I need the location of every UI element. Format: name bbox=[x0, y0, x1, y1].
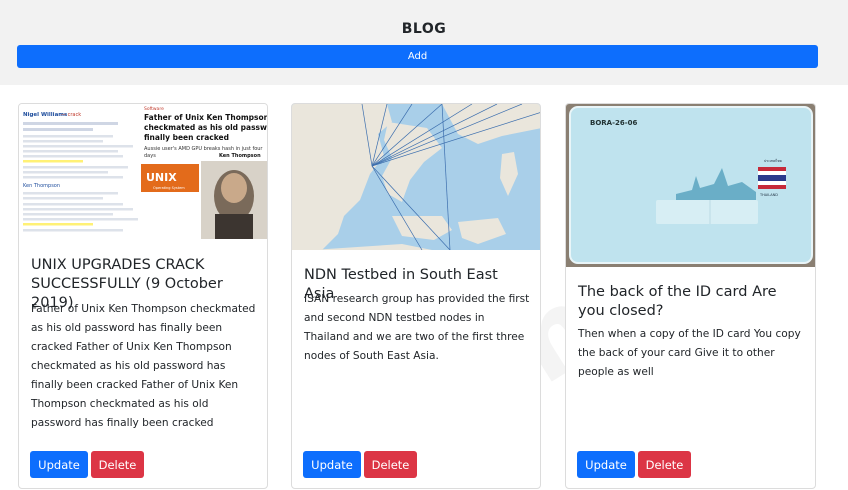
svg-text:ประเทศไทย: ประเทศไทย bbox=[764, 158, 782, 163]
clip-badge-sub: Operating System bbox=[153, 186, 185, 190]
clip-category: Software bbox=[144, 106, 164, 112]
delete-button[interactable]: Delete bbox=[638, 451, 691, 478]
id-card-image: BORA-26-06 ประเทศไทย THAILAND bbox=[566, 104, 815, 267]
update-button[interactable]: Update bbox=[303, 451, 361, 478]
card-text: ISAN research group has provided the fir… bbox=[304, 293, 530, 362]
card-image bbox=[292, 104, 540, 250]
card-country: THAILAND bbox=[759, 193, 778, 197]
newspaper-clipping-image: Nigel Williams — crack Ken Thompson Soft… bbox=[19, 104, 267, 241]
delete-button[interactable]: Delete bbox=[364, 451, 417, 478]
update-button[interactable]: Update bbox=[577, 451, 635, 478]
card-code: BORA-26-06 bbox=[590, 119, 638, 127]
blog-card: Nigel Williams — crack Ken Thompson Soft… bbox=[18, 103, 268, 489]
svg-text:finally been cracked: finally been cracked bbox=[144, 133, 229, 142]
map-image bbox=[292, 104, 540, 250]
svg-text:— crack: — crack bbox=[61, 112, 81, 118]
update-button[interactable]: Update bbox=[30, 451, 88, 478]
delete-button[interactable]: Delete bbox=[91, 451, 144, 478]
svg-text:Ken Thompson: Ken Thompson bbox=[23, 183, 60, 189]
card-title: The back of the ID card Are you closed? bbox=[578, 284, 777, 319]
card-image: BORA-26-06 ประเทศไทย THAILAND bbox=[566, 104, 815, 267]
header-bar bbox=[0, 0, 848, 85]
card-text: Father of Unix Ken Thompson checkmated a… bbox=[31, 303, 256, 429]
svg-text:Father of Unix Ken Thompson: Father of Unix Ken Thompson bbox=[144, 113, 267, 122]
clip-name: Ken Thompson bbox=[219, 153, 261, 159]
blog-card: BORA-26-06 ประเทศไทย THAILAND The back o… bbox=[565, 103, 816, 489]
svg-text:days: days bbox=[144, 153, 156, 159]
clip-badge: UNIX bbox=[146, 171, 177, 184]
card-image: Nigel Williams — crack Ken Thompson Soft… bbox=[19, 104, 267, 241]
add-button[interactable]: Add bbox=[17, 45, 818, 68]
card-text: Then when a copy of the ID card You copy… bbox=[578, 328, 801, 378]
svg-text:Aussie user's AMD GPU breaks h: Aussie user's AMD GPU breaks hash in jus… bbox=[144, 146, 263, 152]
page-title: BLOG bbox=[401, 21, 447, 37]
blog-card: NDN Testbed in South East Asia ISAN rese… bbox=[291, 103, 541, 489]
svg-text:checkmated as his old password: checkmated as his old password has bbox=[144, 123, 267, 132]
